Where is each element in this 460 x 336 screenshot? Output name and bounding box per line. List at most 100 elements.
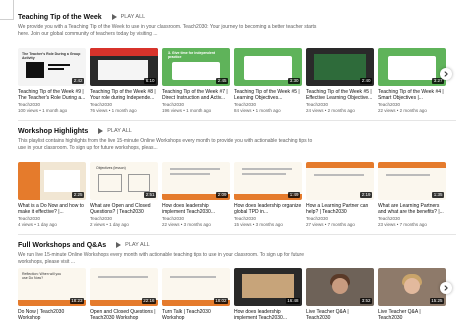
video-duration: 3:52	[360, 298, 372, 304]
video-meta: 22 views • 3 months ago	[162, 221, 211, 227]
video-meta: 24 views • 2 months ago	[306, 107, 355, 113]
play-all-button[interactable]: PLAY ALL	[111, 14, 145, 20]
video-thumbnail[interactable]: 2:09	[162, 162, 230, 200]
thumbnail-board	[244, 56, 292, 80]
video-thumbnail[interactable]: 1:35	[378, 162, 446, 200]
thumbnail-board	[388, 56, 436, 80]
video-thumbnail[interactable]: 3:52	[306, 268, 374, 306]
video-meta: 15 views • 3 months ago	[234, 221, 283, 227]
video-card[interactable]: 6:10 Teaching Tip of the Week #8 | Your …	[90, 48, 158, 113]
section-description: We provide you with a Teaching Tip of th…	[18, 24, 317, 37]
video-title[interactable]: Teaching Tip of the Week #4 | Smart Obje…	[378, 89, 446, 101]
next-button[interactable]	[440, 282, 452, 294]
video-card[interactable]: 22:16 Open and Closed Questions | Teach2…	[90, 268, 158, 321]
video-duration: 2:51	[144, 192, 156, 198]
video-card[interactable]: 3:30 Teaching Tip of the Week #5 | Learn…	[234, 48, 302, 113]
video-title[interactable]: Teaching Tip of the Week #5 | Effective …	[306, 89, 374, 101]
video-thumbnail[interactable]: 3. Give time for independent practice 2:…	[162, 48, 230, 86]
video-title[interactable]: Teaching Tip of the Week #5 | Learning O…	[234, 89, 302, 101]
video-title[interactable]: Teaching Tip of the Week #8 | Your role …	[90, 89, 158, 101]
video-thumbnail[interactable]: 18:02	[162, 268, 230, 306]
video-card[interactable]: 2:09 How does leadership implement Teach…	[162, 162, 230, 227]
thumbnail-box	[128, 174, 150, 192]
video-duration: 2:09	[216, 192, 228, 198]
video-title[interactable]: Turn Talk | Teach2030 Workshop	[162, 309, 230, 321]
thumbnail-board	[172, 62, 220, 80]
video-thumbnail[interactable]: 6:10	[90, 48, 158, 86]
video-meta: 22 views • 2 months ago	[378, 107, 427, 113]
video-title[interactable]: Live Teacher Q&A | Teach2030	[306, 309, 374, 321]
video-card[interactable]: 2:40 Teaching Tip of the Week #5 | Effec…	[306, 48, 374, 113]
section-title[interactable]: Teaching Tip of the Week	[18, 14, 102, 21]
thumbnail-figure	[26, 62, 44, 78]
video-thumbnail[interactable]: 2:40	[306, 48, 374, 86]
video-thumbnail[interactable]: The Teacher's Role During a Group Activi…	[18, 48, 86, 86]
play-all-button[interactable]: PLAY ALL	[116, 242, 150, 248]
thumbnail-caption: 3. Give time for independent practice	[168, 51, 216, 59]
video-title[interactable]: Open and Closed Questions | Teach2030 Wo…	[90, 309, 158, 321]
video-title[interactable]: Do Now | Teach2030 Workshop	[18, 309, 86, 321]
video-thumbnail[interactable]: 2:25	[18, 162, 86, 200]
video-card[interactable]: Objectives (lesson) 2:51 What are Open a…	[90, 162, 158, 227]
video-card[interactable]: 18:02 Turn Talk | Teach2030 Workshop	[162, 268, 230, 321]
video-title[interactable]: How a Learning Partner can help? | Teach…	[306, 203, 374, 215]
video-card[interactable]: 16:48 How does leadership implement Teac…	[234, 268, 302, 321]
video-card[interactable]: 3:52 Live Teacher Q&A | Teach2030	[306, 268, 374, 321]
video-card[interactable]: 3:27 Teaching Tip of the Week #4 | Smart…	[378, 48, 446, 113]
video-thumbnail[interactable]: 16:48	[234, 268, 302, 306]
video-title[interactable]: Teaching Tip of the Week #9 | The Teache…	[18, 89, 86, 101]
thumbnail-line	[242, 168, 292, 170]
section-description: We run live 15-minute Online Workshops e…	[18, 252, 304, 265]
video-duration: 18:23	[69, 298, 84, 304]
thumbnail-caption: Reflection: When will you use Do Now?	[22, 272, 62, 280]
thumbnail-caption: Objectives (lesson)	[96, 166, 126, 170]
video-thumbnail[interactable]: 3:27	[378, 48, 446, 86]
video-card[interactable]: 2:25 What is a Do Now and how to make it…	[18, 162, 86, 227]
thumbnail-box	[98, 174, 122, 192]
video-meta: 84 views • 1 month ago	[234, 107, 281, 113]
section-title[interactable]: Workshop Highlights	[18, 128, 88, 135]
video-thumbnail[interactable]: Reflection: When will you use Do Now? 18…	[18, 268, 86, 306]
video-meta: 4 views • 1 day ago	[18, 221, 57, 227]
video-duration: 16:48	[285, 298, 300, 304]
thumbnail-slide	[44, 170, 80, 192]
video-title[interactable]: What are Open and Closed Questions? | Te…	[90, 203, 158, 215]
divider	[18, 234, 456, 235]
thumbnail-line	[98, 276, 148, 278]
video-duration: 6:10	[144, 78, 156, 84]
play-all-button[interactable]: PLAY ALL	[98, 128, 132, 134]
video-thumbnail[interactable]: 2:19	[306, 162, 374, 200]
video-duration: 1:49	[288, 192, 300, 198]
video-card[interactable]: 15:25 Live Teacher Q&A | Teach2030	[378, 268, 446, 321]
play-icon	[98, 128, 104, 134]
thumbnail-line	[170, 168, 220, 170]
video-title[interactable]: How does leadership implement Teach2030.…	[162, 203, 230, 215]
video-card[interactable]: 3. Give time for independent practice 2:…	[162, 48, 230, 113]
section-title[interactable]: Full Workshops and Q&As	[18, 242, 106, 249]
next-button[interactable]	[440, 68, 452, 80]
thumbnail-person-face	[332, 278, 348, 294]
video-card[interactable]: The Teacher's Role During a Group Activi…	[18, 48, 86, 113]
video-title[interactable]: What are Learning Partners and what are …	[378, 203, 446, 215]
video-duration: 22:16	[141, 298, 156, 304]
video-card[interactable]: Reflection: When will you use Do Now? 18…	[18, 268, 86, 321]
video-thumbnail[interactable]: 15:25	[378, 268, 446, 306]
thumbnail-slide	[242, 274, 294, 298]
video-thumbnail[interactable]: Objectives (lesson) 2:51	[90, 162, 158, 200]
video-duration: 2:45	[216, 78, 228, 84]
video-card[interactable]: 1:49 How does leadership organize global…	[234, 162, 302, 227]
video-title[interactable]: What is a Do Now and how to make it effe…	[18, 203, 86, 215]
play-all-label: PLAY ALL	[125, 242, 150, 248]
video-card[interactable]: 1:35 What are Learning Partners and what…	[378, 162, 446, 227]
video-thumbnail[interactable]: 1:49	[234, 162, 302, 200]
video-thumbnail[interactable]: 3:30	[234, 48, 302, 86]
video-thumbnail[interactable]: 22:16	[90, 268, 158, 306]
thumbnail-slide	[314, 54, 366, 80]
video-title[interactable]: How does leadership organize global TPD …	[234, 203, 302, 215]
video-title[interactable]: How does leadership implement Teach2030.…	[234, 309, 302, 321]
video-title[interactable]: Teaching Tip of the Week #7 | Direct Ins…	[162, 89, 230, 101]
video-title[interactable]: Live Teacher Q&A | Teach2030	[378, 309, 446, 321]
video-card[interactable]: 2:19 How a Learning Partner can help? | …	[306, 162, 374, 227]
chevron-right-icon	[444, 285, 448, 291]
thumbnail-caption: The Teacher's Role During a Group Activi…	[22, 52, 81, 60]
